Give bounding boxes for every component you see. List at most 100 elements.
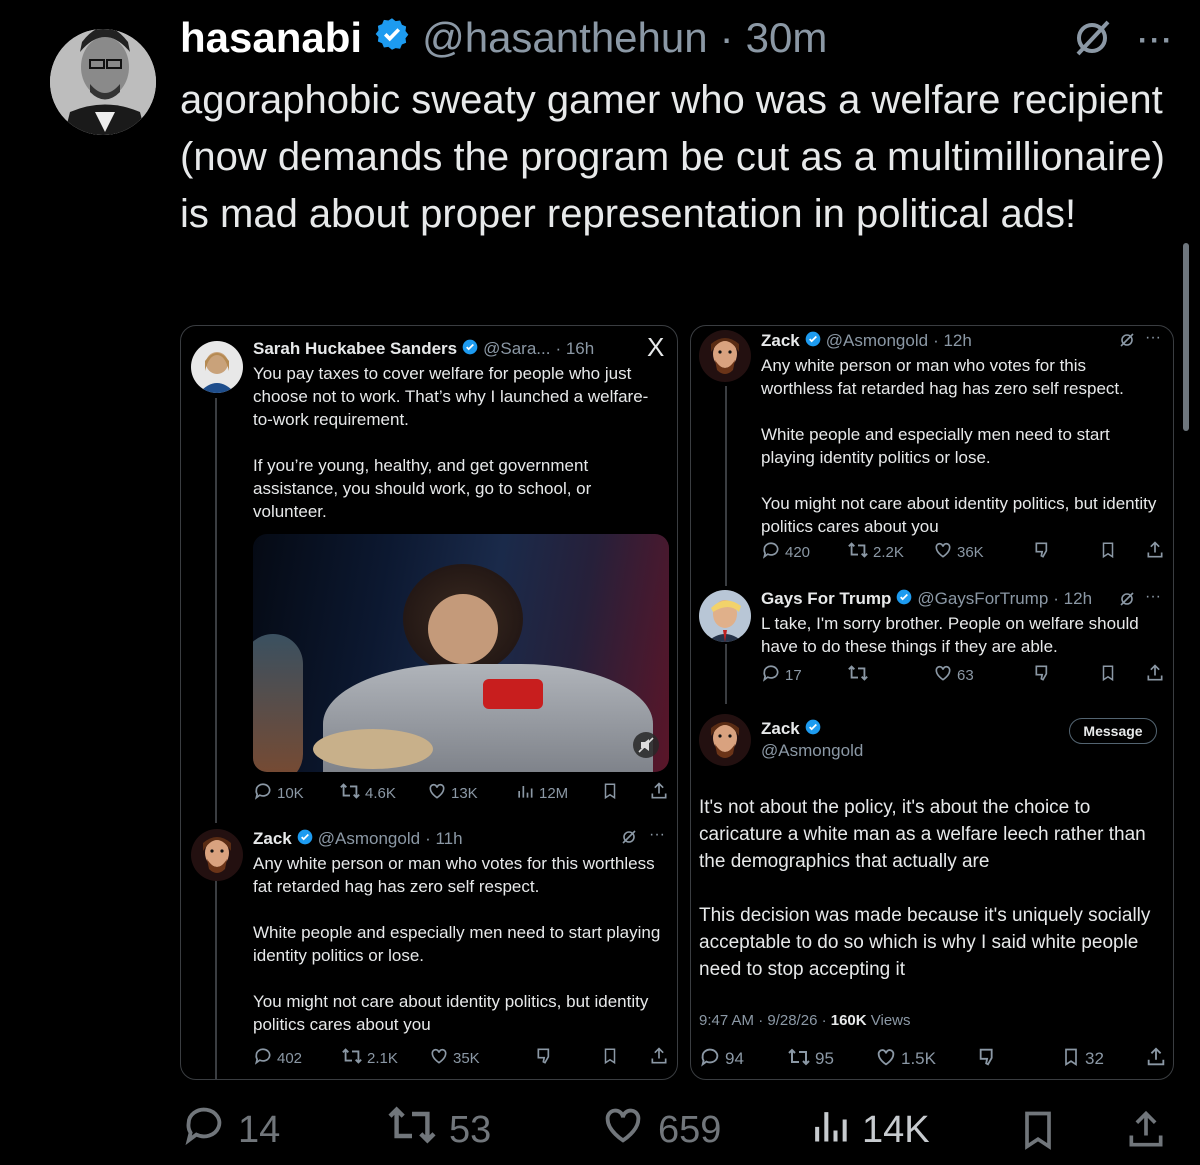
grok-icon[interactable] xyxy=(1119,591,1135,612)
dislike-icon[interactable] xyxy=(535,1046,555,1070)
grok-icon[interactable] xyxy=(621,829,637,850)
share-icon[interactable] xyxy=(1145,540,1165,564)
bookmark-icon[interactable] xyxy=(601,781,619,805)
tweet-text: It's not about the policy, it's about th… xyxy=(699,797,1146,872)
more-options-icon[interactable]: ··· xyxy=(1145,588,1161,606)
scrollbar[interactable] xyxy=(1183,243,1189,431)
reply-button[interactable]: 94 xyxy=(699,1046,744,1073)
bookmark-button[interactable]: 32 xyxy=(1061,1046,1104,1073)
tweet-text: Any white person or man who votes for th… xyxy=(253,854,655,896)
like-button[interactable]: 35K xyxy=(429,1046,480,1070)
tweet-text: White people and especially men need to … xyxy=(253,923,661,965)
tweet-text: This decision was made because it's uniq… xyxy=(699,905,1151,980)
like-button[interactable]: 13K xyxy=(427,781,478,805)
tweet-author-name[interactable]: Zack xyxy=(761,719,800,739)
reply-icon xyxy=(253,1046,273,1070)
verified-badge-icon xyxy=(896,589,912,610)
post-time[interactable]: 30m xyxy=(746,14,828,62)
embedded-screenshot-right: Zack @Asmongold · 12h Any white person o… xyxy=(690,325,1174,1080)
bookmark-icon[interactable] xyxy=(1099,540,1117,564)
tweet-author-handle[interactable]: @Asmongold xyxy=(826,331,928,351)
video-thumbnail[interactable] xyxy=(253,534,669,772)
mute-icon[interactable] xyxy=(633,732,659,758)
views-button[interactable]: 12M xyxy=(515,781,568,805)
like-button[interactable]: 1.5K xyxy=(875,1046,936,1073)
tweet-author-handle[interactable]: @Asmongold xyxy=(318,829,420,849)
bookmark-icon[interactable] xyxy=(1016,1107,1060,1153)
repost-button[interactable]: 2.1K xyxy=(341,1046,398,1070)
tweet-time: · 12h xyxy=(933,331,972,350)
tweet-text: Any white person or man who votes for th… xyxy=(761,356,1124,398)
like-button[interactable]: 36K xyxy=(933,540,984,564)
post-text: agoraphobic sweaty gamer who was a welfa… xyxy=(180,78,1165,236)
repost-button[interactable]: 95 xyxy=(787,1046,834,1073)
gaysfortrump-avatar[interactable] xyxy=(699,590,751,642)
verified-badge-icon xyxy=(805,719,821,740)
grok-icon[interactable] xyxy=(1072,18,1112,63)
reply-button[interactable]: 402 xyxy=(253,1046,302,1070)
share-icon[interactable] xyxy=(649,781,669,805)
tweet-timestamp[interactable]: 9:47 AM · 9/28/26 · 160K Views xyxy=(699,1012,911,1029)
heart-icon xyxy=(427,781,447,805)
more-options-icon[interactable]: ··· xyxy=(1138,24,1174,58)
heart-icon xyxy=(598,1102,648,1158)
repost-button[interactable]: 53 xyxy=(385,1103,491,1157)
views-icon xyxy=(515,781,535,805)
heart-icon xyxy=(933,540,953,564)
like-button[interactable]: 63 xyxy=(933,663,974,687)
tweet-text: You pay taxes to cover welfare for peopl… xyxy=(253,364,649,429)
share-icon[interactable] xyxy=(1145,1046,1167,1073)
share-icon[interactable] xyxy=(1124,1107,1168,1153)
asmongold-avatar[interactable] xyxy=(699,330,751,382)
repost-icon xyxy=(341,1046,363,1070)
dislike-icon[interactable] xyxy=(1033,540,1053,564)
reply-button[interactable]: 14 xyxy=(180,1102,280,1158)
asmongold-avatar[interactable] xyxy=(191,829,243,881)
reply-icon xyxy=(699,1046,721,1073)
verified-badge-icon xyxy=(462,339,478,360)
grok-icon[interactable] xyxy=(1119,332,1135,353)
like-button[interactable]: 659 xyxy=(598,1102,721,1158)
message-button[interactable]: Message xyxy=(1069,718,1157,744)
reply-icon xyxy=(253,781,273,805)
share-icon[interactable] xyxy=(649,1046,669,1070)
bookmark-icon[interactable] xyxy=(1099,663,1117,687)
reply-button[interactable]: 17 xyxy=(761,663,802,687)
more-options-icon[interactable]: ··· xyxy=(649,826,665,844)
heart-icon xyxy=(875,1046,897,1073)
share-icon[interactable] xyxy=(1145,663,1165,687)
tweet-author-name[interactable]: Gays For Trump xyxy=(761,589,891,609)
author-handle[interactable]: @hasanthehun xyxy=(422,14,708,62)
tweet-time: · 12h xyxy=(1053,589,1093,608)
post-action-bar: 14 53 659 14K xyxy=(180,1100,1180,1160)
tweet-time: · 16h xyxy=(555,339,595,358)
tweet-text: If you’re young, healthy, and get govern… xyxy=(253,456,592,521)
repost-icon xyxy=(847,540,869,564)
repost-icon[interactable] xyxy=(847,663,869,687)
views-button[interactable]: 14K xyxy=(808,1102,930,1158)
tweet-author-handle[interactable]: @Asmongold xyxy=(761,741,863,761)
tweet-author-handle[interactable]: @Sara... xyxy=(483,339,550,359)
reply-button[interactable]: 420 xyxy=(761,540,810,564)
author-name[interactable]: hasanabi xyxy=(180,14,362,62)
tweet-author-name[interactable]: Zack xyxy=(761,331,800,351)
asmongold-avatar[interactable] xyxy=(699,714,751,766)
tweet-author-name[interactable]: Zack xyxy=(253,829,292,849)
sanders-avatar[interactable] xyxy=(191,341,243,393)
dislike-icon[interactable] xyxy=(977,1046,999,1073)
tweet-time: · 11h xyxy=(425,829,463,848)
repost-button[interactable]: 4.6K xyxy=(339,781,396,805)
repost-button[interactable]: 2.2K xyxy=(847,540,904,564)
views-icon xyxy=(808,1102,852,1158)
x-logo-icon: X xyxy=(647,332,665,362)
tweet-author-name[interactable]: Sarah Huckabee Sanders xyxy=(253,339,457,359)
author-avatar[interactable] xyxy=(50,12,156,152)
more-options-icon[interactable]: ··· xyxy=(1145,329,1161,347)
reply-button[interactable]: 10K xyxy=(253,781,304,805)
bookmark-icon[interactable] xyxy=(601,1046,619,1070)
separator-dot: · xyxy=(719,14,734,61)
dislike-icon[interactable] xyxy=(1033,663,1053,687)
post-header: hasanabi @hasanthehun · 30m xyxy=(180,14,827,62)
repost-icon xyxy=(339,781,361,805)
tweet-author-handle[interactable]: @GaysForTrump xyxy=(917,589,1048,609)
